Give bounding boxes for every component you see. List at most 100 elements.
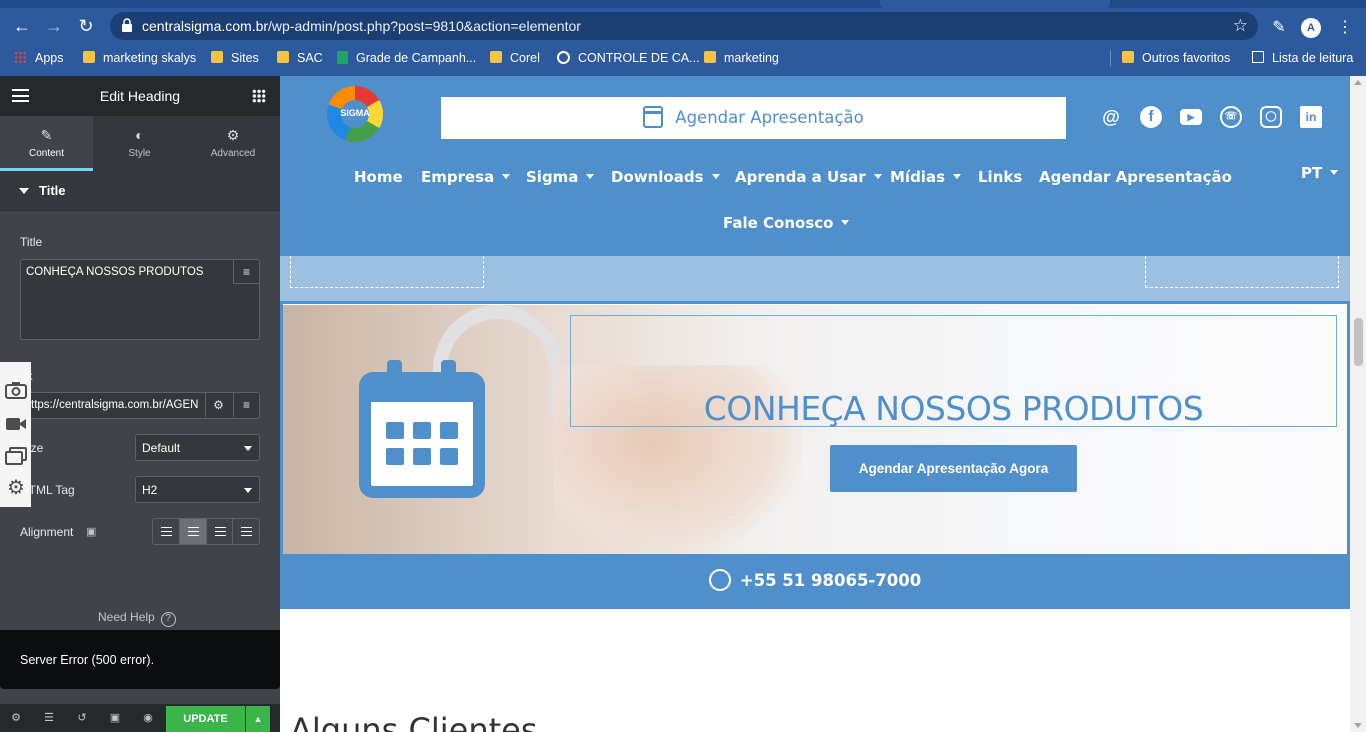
menu-agendar[interactable]: Agendar Apresentação: [1039, 168, 1232, 188]
profile-avatar[interactable]: A: [1301, 18, 1321, 38]
dropdown-caret-icon: [586, 174, 595, 179]
address-bar[interactable]: centralsigma.com.br/wp-admin/post.php?po…: [110, 12, 1258, 40]
camera-icon[interactable]: [4, 380, 28, 400]
menu-aprenda[interactable]: Aprenda a Usar: [735, 168, 882, 188]
bookmark-sac[interactable]: SAC: [277, 49, 323, 67]
folder-icon: [83, 51, 95, 63]
menu-kebab-icon[interactable]: ⋮: [1335, 18, 1355, 38]
calendar-check-icon: [643, 106, 664, 128]
menu-empresa[interactable]: Empresa: [421, 168, 511, 188]
bookmark-corel[interactable]: Corel: [490, 49, 540, 67]
update-options-icon[interactable]: ▲: [246, 706, 270, 732]
browser-tab[interactable]: [880, 0, 1110, 8]
menu-links[interactable]: Links: [978, 168, 1022, 188]
whatsapp-icon: [708, 569, 731, 591]
tab-content[interactable]: ✎ Content: [0, 116, 93, 171]
menu-downloads[interactable]: Downloads: [611, 168, 720, 188]
bookmark-sites[interactable]: Sites: [211, 49, 259, 67]
bookmark-outros-favoritos[interactable]: Outros favoritos: [1122, 49, 1230, 67]
tab-strip: [0, 0, 1366, 8]
gallery-icon[interactable]: [4, 446, 28, 466]
desktop-device-icon[interactable]: ▣: [86, 525, 96, 538]
section-title-toggle[interactable]: Title: [0, 171, 280, 211]
title-textarea[interactable]: CONHEÇA NOSSOS PRODUTOS ≡: [20, 259, 260, 340]
cta-agendar-top[interactable]: Agendar Apresentação: [441, 97, 1066, 139]
tab-style[interactable]: ◐ Style: [93, 116, 186, 171]
reload-icon[interactable]: ↻: [74, 14, 98, 38]
apps-grid-icon: [14, 51, 27, 64]
preview-eye-icon[interactable]: ◉: [141, 711, 155, 725]
sigma-logo[interactable]: SIGMA: [327, 86, 383, 142]
video-camera-icon[interactable]: [4, 414, 28, 434]
panel-footer: ⚙ ☰ ↺ ▣ ◉ UPDATE ▲: [0, 704, 280, 732]
title-value: CONHEÇA NOSSOS PRODUTOS: [26, 266, 204, 278]
empty-column-placeholder: [290, 256, 484, 288]
update-button[interactable]: UPDATE: [166, 706, 245, 732]
scroll-up-icon[interactable]: [1354, 80, 1362, 85]
bookmark-grade[interactable]: Grade de Campanh...: [337, 49, 476, 67]
screen-capture-toolbar: ⚙: [0, 362, 31, 507]
link-dynamic-tags-icon[interactable]: ≡: [233, 393, 259, 417]
dynamic-tags-icon[interactable]: ≡: [233, 260, 259, 284]
contrast-icon: ◐: [135, 127, 144, 143]
reading-list[interactable]: Lista de leitura: [1252, 49, 1353, 67]
globe-icon: [557, 51, 570, 64]
decorative-strip: [280, 256, 1350, 301]
scroll-thumb[interactable]: [1354, 318, 1363, 366]
align-left-button[interactable]: [153, 519, 180, 544]
link-value: ttps://centralsigma.com.br/AGEN: [31, 399, 199, 411]
settings-icon[interactable]: ⚙: [9, 711, 23, 725]
sheets-icon: [337, 51, 348, 64]
panel-tabs: ✎ Content ◐ Style ⚙ Advanced: [0, 116, 280, 171]
extensions-icon[interactable]: ✎: [1269, 18, 1289, 38]
youtube-icon[interactable]: ▶: [1180, 109, 1202, 125]
align-center-button[interactable]: [179, 519, 207, 544]
folder-icon: [490, 51, 502, 63]
bookmark-star-icon[interactable]: ☆: [1233, 16, 1248, 36]
alignment-buttons: [152, 518, 260, 545]
error-toast: Server Error (500 error).: [0, 630, 280, 689]
align-justify-button[interactable]: [233, 519, 259, 544]
site-preview: SIGMA Agendar Apresentação @ f ▶ ☏ ◯ in …: [280, 76, 1350, 732]
bookmark-apps[interactable]: Apps: [14, 49, 64, 67]
dropdown-caret-icon: [841, 220, 850, 225]
folder-icon: [1122, 51, 1134, 63]
facebook-icon[interactable]: f: [1140, 106, 1162, 128]
widgets-grid-icon[interactable]: [252, 89, 266, 103]
menu-midias[interactable]: Mídias: [890, 168, 961, 188]
responsive-mode-icon[interactable]: ▣: [108, 711, 122, 725]
linkedin-icon[interactable]: in: [1300, 106, 1322, 128]
hero-section: CONHEÇA NOSSOS PRODUTOS Agendar Apresent…: [283, 305, 1347, 555]
menu-sigma[interactable]: Sigma: [526, 168, 595, 188]
align-right-button[interactable]: [207, 519, 234, 544]
bookmark-marketing-skalys[interactable]: marketing skalys: [83, 49, 196, 67]
email-at-icon[interactable]: @: [1100, 106, 1122, 128]
history-icon[interactable]: ↺: [75, 711, 89, 725]
menu-home[interactable]: Home: [354, 168, 403, 188]
phone-bar[interactable]: +55 51 98065-7000: [280, 557, 1350, 609]
caret-down-icon: [19, 188, 29, 194]
size-select[interactable]: Default: [135, 434, 260, 461]
dropdown-caret-icon: [711, 174, 720, 179]
back-icon[interactable]: ←: [10, 14, 34, 38]
instagram-icon[interactable]: ◯: [1260, 106, 1282, 128]
need-help-link[interactable]: Need Help?: [98, 610, 176, 627]
whatsapp-icon[interactable]: ☏: [1220, 106, 1242, 128]
language-switcher[interactable]: PT: [1301, 164, 1339, 184]
bookmark-marketing[interactable]: marketing: [704, 49, 779, 67]
tab-advanced[interactable]: ⚙ Advanced: [186, 116, 280, 171]
menu-fale-conosco[interactable]: Fale Conosco: [723, 214, 850, 234]
hero-heading[interactable]: CONHEÇA NOSSOS PRODUTOS: [570, 389, 1337, 428]
hero-cta-button[interactable]: Agendar Apresentação Agora: [830, 445, 1077, 492]
preview-scrollbar[interactable]: [1350, 76, 1366, 732]
bookmark-controle[interactable]: CONTROLE DE CA...: [557, 49, 700, 67]
empty-column-placeholder: [1145, 256, 1339, 288]
link-options-gear-icon[interactable]: ⚙: [205, 393, 231, 417]
dropdown-caret-icon: [502, 174, 511, 179]
forward-icon[interactable]: →: [42, 14, 66, 38]
navigator-layers-icon[interactable]: ☰: [42, 711, 56, 725]
scroll-down-icon[interactable]: [1354, 723, 1362, 728]
dropdown-caret-icon: [873, 174, 882, 179]
html-tag-select[interactable]: H2: [135, 476, 260, 503]
gear-icon[interactable]: ⚙: [4, 478, 28, 498]
